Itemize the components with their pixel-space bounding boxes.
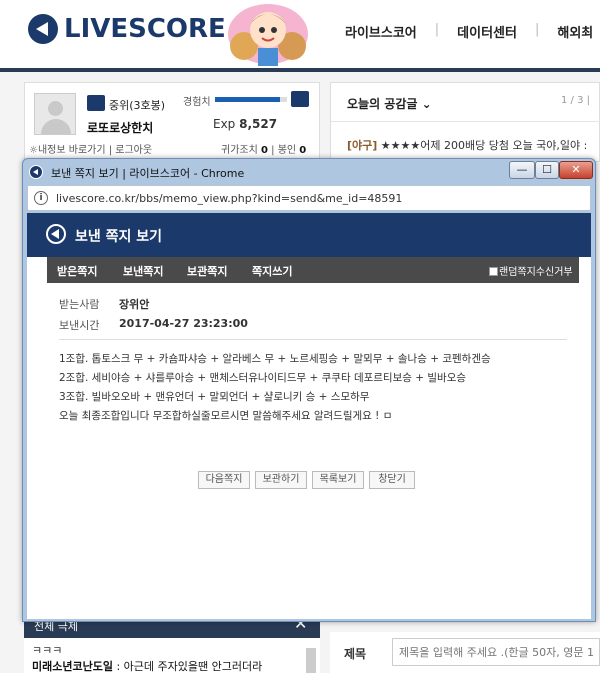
memo-text-line: 3조합. 빌바오오바 + 맨유언더 + 말뫼언더 + 샬로니키 승 + 스모하무 [59,391,370,403]
tab-received[interactable]: 받은쪽지 [57,263,97,279]
recipient-label: 받는사람 [59,298,100,311]
tab-sent[interactable]: 보낸쪽지 [123,263,163,279]
memo-view-content: 보낸 쪽지 보기 받은쪽지 보낸쪽지 보관쪽지 쪽지쓰기 랜덤쪽지수신거부 받는… [27,213,591,619]
logo-arrow-icon [28,14,58,44]
address-url[interactable]: livescore.co.kr/bbs/memo_view.php?kind=s… [56,192,402,205]
chat-message: 미래소년코난도일 : 아근데 주자있을땐 안그러더라 [32,658,262,674]
address-bar[interactable]: i livescore.co.kr/bbs/memo_view.php?kind… [27,185,591,211]
empathy-item[interactable]: [야구] ★★★★어제 200배당 당첨 오늘 국야,일야 : [347,137,587,153]
exp-progress-fill [215,97,280,102]
save-memo-button[interactable]: 보관하기 [255,471,307,489]
profile-box: 중위(3호봉) 로또로상한치 ☼내정보 바로가기 | 로그아웃 경험치 Exp … [24,82,320,162]
livescore-logo[interactable]: LIVESCORE [28,14,226,44]
refuse-checkbox[interactable] [489,267,498,276]
empathy-item-text: ★★★★어제 200배당 당첨 오늘 국야,일야 : [377,139,588,152]
window-close-button[interactable]: ✕ [559,161,593,179]
compose-form: 제목 [330,632,600,673]
random-memo-refuse[interactable]: 랜덤쪽지수신거부 [489,263,573,278]
nav-datacenter[interactable]: 데이터센터 [457,22,517,41]
avatar[interactable] [34,93,76,135]
myinfo-logout-links[interactable]: ☼내정보 바로가기 | 로그아웃 [29,141,152,156]
empathy-title[interactable]: 오늘의 공감글 ⌄ [347,95,432,112]
block-label: | 봉인 [271,145,297,156]
memo-text-line: 2조합. 세비야승 + 샤를루아승 + 맨체스터유나이티드무 + 쿠쿠타 데포르… [59,372,467,384]
next-rank-badge-icon [291,91,309,107]
user-rank: 중위(3호봉) [109,99,166,112]
memo-body: 받는사람 장위안 보낸시간 2017-04-27 23:23:00 1조합. 톱… [47,283,579,603]
nav-separator: | [434,22,440,37]
empathy-category: [야구] [347,139,378,152]
info-icon[interactable]: i [34,191,48,205]
sent-time-row: 보낸시간 2017-04-27 23:23:00 [59,317,248,333]
ear-count: 0 [261,145,268,156]
sanction-info: 귀가조치 0 | 봉인 0 [221,141,306,156]
ear-label: 귀가조치 [221,145,258,156]
sent-time-label: 보낸시간 [59,319,100,332]
refuse-label: 랜덤쪽지수신거부 [499,267,573,278]
exp-progress-bar [215,97,287,102]
chat-message: ㅋㅋㅋ [32,644,63,657]
divider [59,339,567,340]
back-arrow-icon[interactable] [46,224,66,244]
memo-header: 보낸 쪽지 보기 [27,213,591,257]
nav-livescore[interactable]: 라이브스코어 [345,22,417,41]
nav-overseas[interactable]: 해외최 [557,22,593,41]
exp-prefix: Exp [213,117,236,131]
nav-separator: | [534,22,540,37]
logo-text: LIVESCORE [64,14,226,44]
chat-username[interactable]: 미래소년코난도일 [32,660,113,673]
subject-input[interactable] [392,638,600,666]
exp-label: 경험치 [183,97,211,108]
chat-message-text: : 아근데 주자있을땐 안그러더라 [112,660,263,673]
recipient-name[interactable]: 장위안 [119,296,149,312]
rank-badge-icon [87,95,105,111]
mascot-image [228,4,308,66]
exp-value: Exp 8,527 [213,117,277,131]
main-nav: 라이브스코어 | 데이터센터 | 해외최 [345,22,593,41]
page-title: 보낸 쪽지 보기 [75,229,163,245]
list-button[interactable]: 목록보기 [312,471,364,489]
empathy-panel: 오늘의 공감글 ⌄ 1 / 3 | [야구] ★★★★어제 200배당 당첨 오… [330,82,600,162]
user-nickname[interactable]: 로또로상한치 [87,119,153,136]
recipient-row: 받는사람 장위안 [59,296,149,312]
window-titlebar[interactable]: 보낸 쪽지 보기 | 라이브스코어 - Chrome — ☐ ✕ [23,159,595,185]
memo-text-line: 오늘 최종조합입니다 무조합하실줄모르시면 말씀해주세요 알려드릴게요 ! ㅁ [59,410,393,422]
minimize-button[interactable]: — [509,161,535,179]
chrome-popup-window: 보낸 쪽지 보기 | 라이브스코어 - Chrome — ☐ ✕ i lives… [22,158,596,622]
block-count: 0 [299,145,307,156]
close-window-button[interactable]: 창닫기 [369,471,415,489]
divider [331,121,600,122]
exp-number: 8,527 [239,117,278,131]
chat-scrollbar[interactable] [306,648,316,673]
empathy-pagination: 1 / 3 | [561,95,590,106]
tab-write[interactable]: 쪽지쓰기 [252,263,292,279]
site-header: LIVESCORE 라이브스코어 | 데이터센터 | 해외최 [0,0,600,70]
memo-text-line: 1조합. 톱토스크 무 + 카숌파샤승 + 알라베스 무 + 노르세핑승 + 말… [59,353,491,365]
next-memo-button[interactable]: 다음쪽지 [198,471,250,489]
tab-saved[interactable]: 보관쪽지 [187,263,227,279]
memo-tabs: 받은쪽지 보낸쪽지 보관쪽지 쪽지쓰기 랜덤쪽지수신거부 [47,257,579,283]
maximize-button[interactable]: ☐ [535,161,559,179]
subject-label: 제목 [344,647,367,661]
livescore-favicon-icon [29,165,43,179]
window-title: 보낸 쪽지 보기 | 라이브스코어 - Chrome [51,167,245,180]
sent-time-value: 2017-04-27 23:23:00 [119,317,248,330]
